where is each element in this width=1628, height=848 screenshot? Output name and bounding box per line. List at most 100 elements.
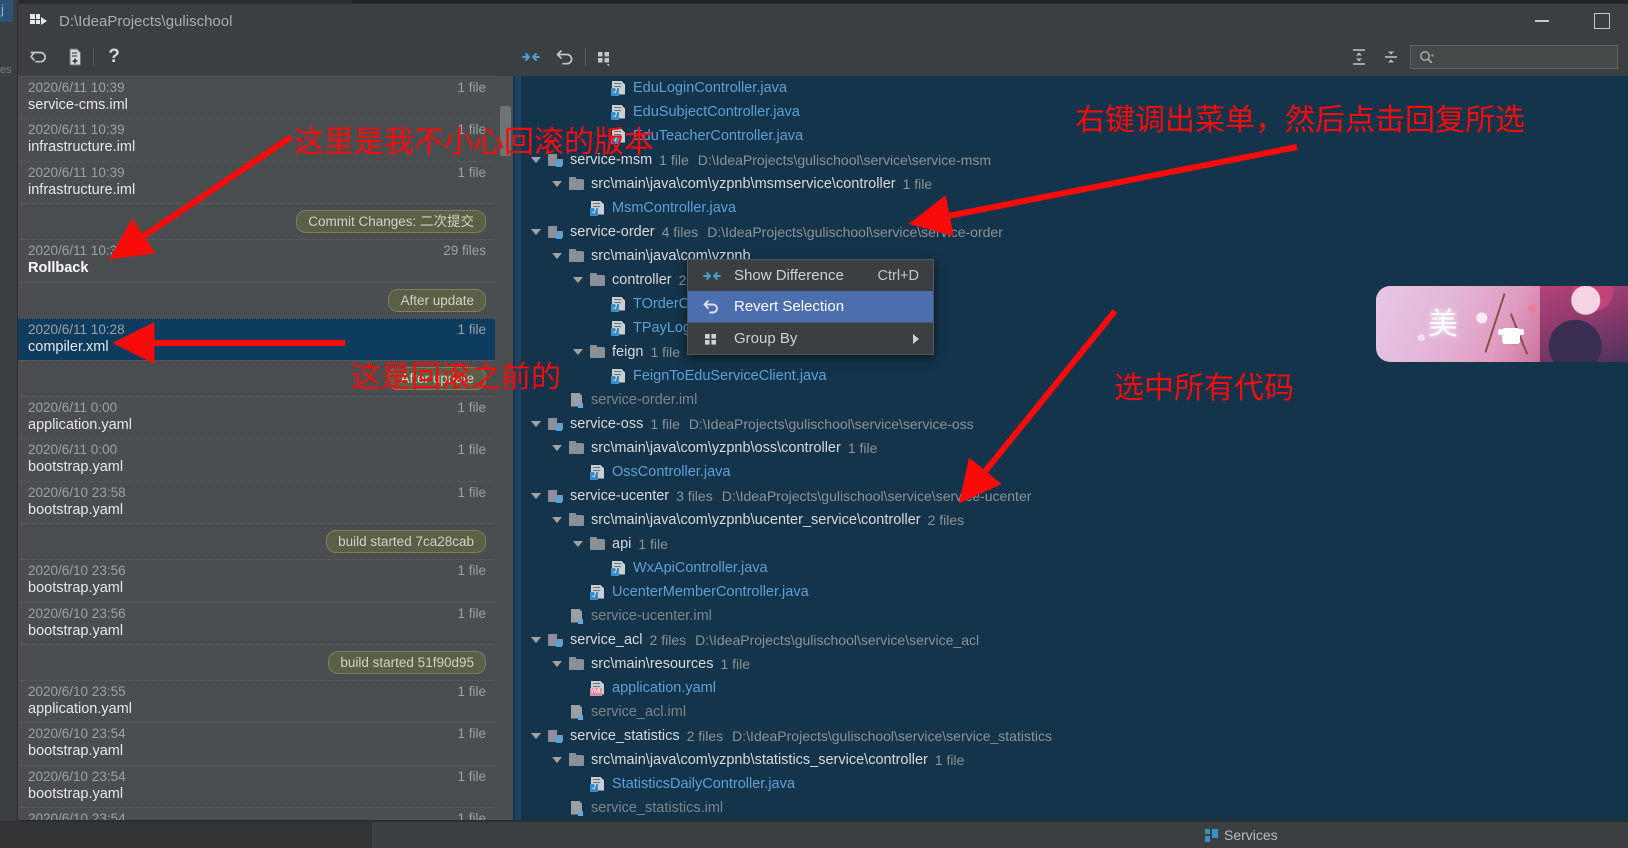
- tree-node[interactable]: service_acl.iml: [523, 700, 1628, 724]
- tree-node[interactable]: J EduTeacherController.java: [523, 124, 1628, 148]
- ide-side-text: es: [0, 64, 12, 76]
- tree-node[interactable]: J UcenterMemberController.java: [523, 580, 1628, 604]
- revision-row[interactable]: 2020/6/10 23:56 1 file bootstrap.yaml: [18, 559, 495, 601]
- revert-file-icon[interactable]: [60, 43, 90, 71]
- revision-tag: build started 51f90d95: [328, 650, 486, 674]
- revert-selection-toolbar-icon[interactable]: [550, 43, 580, 71]
- tree-node-label: OssController.java: [612, 464, 731, 480]
- tree-node[interactable]: YML application.yaml: [523, 676, 1628, 700]
- chevron-down-icon[interactable]: [531, 419, 542, 430]
- search-input[interactable]: [1410, 45, 1618, 69]
- revision-list-scrollbar[interactable]: [497, 76, 511, 820]
- tree-node[interactable]: service-ucenter.iml: [523, 604, 1628, 628]
- help-icon[interactable]: ?: [100, 43, 128, 71]
- chevron-down-icon[interactable]: [552, 443, 563, 454]
- revision-row[interactable]: 2020/6/10 23:54 1 file bootstrap.yaml: [18, 722, 495, 764]
- revision-row[interactable]: 2020/6/10 23:56 1 file bootstrap.yaml: [18, 601, 495, 644]
- decorative-notification-image: 美: [1376, 286, 1628, 362]
- tree-node-label: feign: [612, 344, 644, 360]
- revision-row[interactable]: 2020/6/11 10:39 1 file infrastructure.iml: [18, 118, 495, 160]
- tree-node[interactable]: src\main\java\com\yzpnb\ucenter_service\…: [523, 508, 1628, 532]
- revision-row[interactable]: 2020/6/11 0:00 1 file application.yaml: [18, 395, 495, 438]
- folder-icon: [590, 536, 606, 552]
- chevron-down-icon[interactable]: [552, 659, 563, 670]
- chevron-down-icon[interactable]: [552, 251, 563, 262]
- chevron-down-icon[interactable]: [531, 731, 542, 742]
- revision-row[interactable]: 2020/6/11 10:39 1 file service-cms.iml: [18, 76, 495, 118]
- chevron-down-icon[interactable]: [531, 227, 542, 238]
- services-tool-window-button[interactable]: Services: [1205, 827, 1278, 843]
- tree-node[interactable]: src\main\java\com\yzpnb\oss\controller 1 …: [523, 436, 1628, 460]
- status-bar-left: [0, 822, 372, 848]
- tree-node[interactable]: service-order 4 files D:\IdeaProjects\guli…: [523, 220, 1628, 244]
- minimize-button[interactable]: [1530, 9, 1554, 33]
- diff-icon[interactable]: [516, 43, 546, 71]
- collapse-all-icon[interactable]: [1376, 43, 1406, 71]
- group-by-icon[interactable]: [590, 43, 620, 71]
- chevron-down-icon[interactable]: [552, 755, 563, 766]
- revision-list[interactable]: 2020/6/11 10:39 1 file service-cms.iml 2020…: [18, 76, 495, 820]
- tree-node[interactable]: service_statistics 2 files D:\IdeaProjects…: [523, 724, 1628, 748]
- menu-item-revert-selection[interactable]: Revert Selection: [688, 291, 933, 322]
- tree-node[interactable]: J FeignToEduServiceClient.java: [523, 364, 1628, 388]
- chevron-down-icon[interactable]: [531, 491, 542, 502]
- tree-node[interactable]: api 1 file: [523, 532, 1628, 556]
- revision-row[interactable]: 2020/6/11 0:00 1 file bootstrap.yaml: [18, 438, 495, 480]
- chevron-down-icon[interactable]: [552, 515, 563, 526]
- revision-row[interactable]: 2020/6/11 10:39 1 file infrastructure.iml: [18, 160, 495, 203]
- revision-label: bootstrap.yaml: [28, 622, 124, 639]
- menu-item-show-difference[interactable]: Show Difference Ctrl+D: [688, 260, 933, 291]
- tree-node[interactable]: J OssController.java: [523, 460, 1628, 484]
- revision-label: infrastructure.iml: [28, 181, 136, 198]
- context-menu[interactable]: Show Difference Ctrl+D Revert Selection Gro…: [687, 259, 934, 355]
- revision-row[interactable]: 2020/6/10 23:58 1 file bootstrap.yaml: [18, 480, 495, 523]
- toolbar-separator-2: [585, 48, 586, 66]
- revision-row[interactable]: 2020/6/10 23:54 1 file bootstrap.yaml: [18, 764, 495, 807]
- revision-label: infrastructure.iml: [28, 139, 136, 156]
- chevron-down-icon[interactable]: [573, 539, 584, 550]
- revision-row[interactable]: 2020/6/11 10:30 29 files Rollback: [18, 239, 495, 281]
- chevron-down-icon[interactable]: [573, 347, 584, 358]
- revision-row[interactable]: 2020/6/10 23:54 1 file: [18, 807, 495, 820]
- tree-node[interactable]: J WxApiController.java: [523, 556, 1628, 580]
- tree-node[interactable]: service_statistics.iml: [523, 796, 1628, 820]
- revert-icon[interactable]: [24, 43, 54, 71]
- chevron-down-icon[interactable]: [531, 155, 542, 166]
- tree-node-path: D:\IdeaProjects\gulischool\service\servi…: [721, 488, 1032, 504]
- chevron-down-icon[interactable]: [552, 179, 563, 190]
- scrollbar-thumb[interactable]: [500, 106, 511, 156]
- expand-all-icon[interactable]: [1344, 43, 1374, 71]
- tree-node[interactable]: service-ucenter 3 files D:\IdeaProjects\gu…: [523, 484, 1628, 508]
- tree-node-filecount: 1 file: [650, 344, 681, 360]
- tree-node[interactable]: service_acl 2 files D:\IdeaProjects\gulisc…: [523, 628, 1628, 652]
- tree-node[interactable]: J EduSubjectController.java: [523, 100, 1628, 124]
- folder-icon: [569, 176, 585, 192]
- java-file-icon: J: [611, 104, 627, 120]
- tree-node[interactable]: service-msm 1 file D:\IdeaProjects\gulisch…: [523, 148, 1628, 172]
- tree-node-label: src\main\resources: [591, 656, 714, 672]
- changed-files-tree[interactable]: J EduLoginController.java J EduSubjectContr…: [513, 76, 1628, 820]
- menu-item-label: Group By: [734, 330, 798, 347]
- tree-scrollbar[interactable]: [513, 76, 523, 820]
- tree-node[interactable]: J EduLoginController.java: [523, 76, 1628, 100]
- tree-node[interactable]: J MsmController.java: [523, 196, 1628, 220]
- tree-node[interactable]: src\main\java\com\yzpnb\statistics_servi…: [523, 748, 1628, 772]
- tree-node[interactable]: src\main\resources 1 file: [523, 652, 1628, 676]
- splitter[interactable]: [495, 76, 513, 820]
- tree-node[interactable]: service-oss 1 file D:\IdeaProjects\gulisch…: [523, 412, 1628, 436]
- chevron-down-icon[interactable]: [531, 635, 542, 646]
- revision-row[interactable]: 2020/6/11 10:28 1 file compiler.xml: [18, 317, 495, 360]
- maximize-button[interactable]: [1590, 9, 1614, 33]
- chevron-down-icon[interactable]: [573, 275, 584, 286]
- tree-node[interactable]: service-order.iml: [523, 388, 1628, 412]
- tree-node[interactable]: J StatisticsDailyController.java: [523, 772, 1628, 796]
- menu-item-group-by[interactable]: Group By: [688, 323, 933, 354]
- tree-node-label: EduLoginController.java: [633, 80, 787, 96]
- revision-row[interactable]: 2020/6/10 23:55 1 file application.yaml: [18, 679, 495, 722]
- tree-node[interactable]: src\main\java\com\yzpnb\msmservice\contr…: [523, 172, 1628, 196]
